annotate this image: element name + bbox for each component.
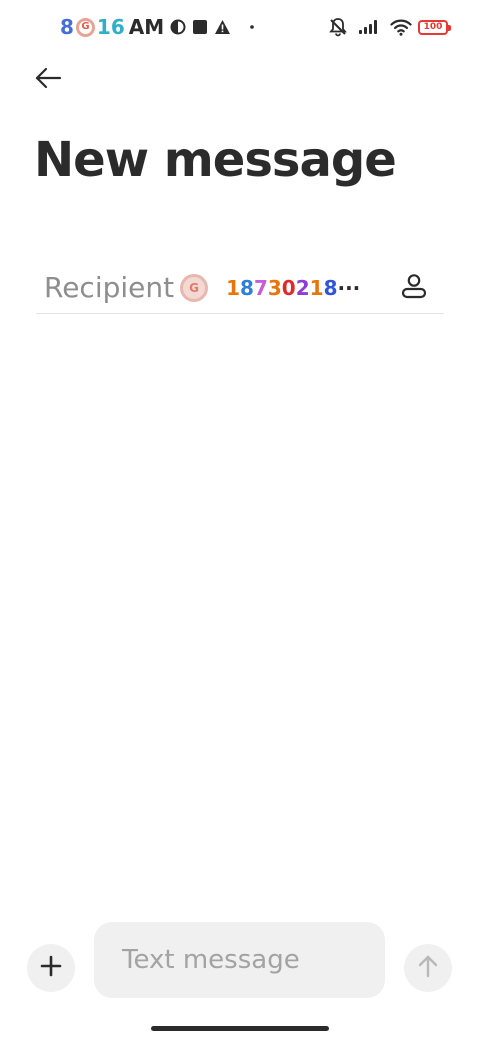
recipient-ellipsis: ··· [337, 275, 361, 300]
home-indicator[interactable] [151, 1026, 329, 1031]
time-g-badge-icon: G [75, 17, 95, 37]
recipient-char: 1 [226, 275, 241, 300]
recipient-char: 0 [281, 275, 296, 300]
arrow-left-icon [34, 67, 62, 93]
time-ampm: AM [128, 15, 165, 39]
recipient-char: 2 [295, 275, 310, 300]
send-button[interactable] [404, 944, 452, 992]
contact-picker-button[interactable] [398, 272, 430, 304]
signal-icon [358, 19, 380, 35]
recipient-char: 7 [253, 275, 268, 300]
plus-icon [40, 955, 62, 981]
time-hour: 8 [60, 15, 74, 39]
recipient-char: 3 [267, 275, 282, 300]
battery-icon: 100 [418, 19, 451, 35]
circle-half-icon [170, 19, 186, 35]
status-time: 8 G 16 AM [60, 14, 255, 40]
mute-icon [328, 17, 348, 37]
status-icons: 100 [324, 14, 451, 40]
page-title: New message [34, 132, 397, 188]
message-placeholder: Text message [122, 945, 300, 975]
square-icon [192, 19, 208, 35]
status-bar: 8 G 16 AM 100 [0, 0, 480, 56]
arrow-up-icon [417, 954, 439, 982]
message-input[interactable]: Text message [94, 922, 385, 998]
recipient-input[interactable]: 1 8 7 3 0 2 1 8 ··· [226, 262, 360, 314]
recipient-label: Recipient [44, 270, 175, 304]
recipient-char: 8 [240, 275, 254, 300]
person-icon [400, 272, 428, 304]
attach-button[interactable] [27, 944, 75, 992]
recipient-char: 8 [323, 275, 338, 300]
time-minute: 16 [96, 15, 125, 39]
back-button[interactable] [30, 64, 66, 96]
warning-icon [214, 19, 231, 35]
recipient-g-badge-icon: G [180, 273, 209, 302]
recipient-char: 1 [309, 275, 324, 300]
wifi-icon [390, 19, 412, 36]
dot-icon [249, 24, 255, 30]
recipient-row[interactable]: Recipient G 1 8 7 3 0 2 1 8 ··· [36, 262, 444, 314]
